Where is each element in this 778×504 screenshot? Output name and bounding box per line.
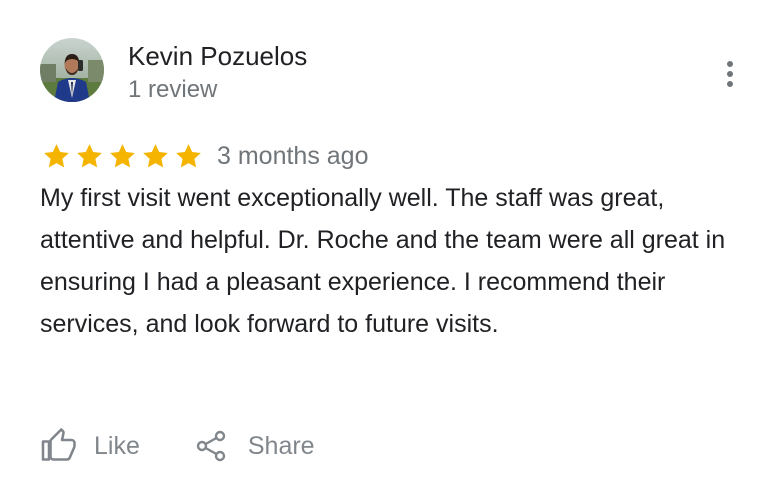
review-time: 3 months ago — [217, 142, 369, 170]
like-button[interactable]: Like — [40, 428, 140, 464]
star-icon — [143, 144, 168, 168]
star-rating — [40, 141, 205, 171]
star-icon — [77, 144, 102, 168]
review-actions: Like Share — [40, 424, 315, 468]
more-options-button[interactable] — [716, 56, 744, 92]
review-card: Kevin Pozuelos 1 review 3 months ago My … — [0, 0, 778, 504]
review-text: My first visit went exceptionally well. … — [40, 184, 726, 338]
avatar[interactable] — [40, 38, 104, 102]
share-label: Share — [247, 432, 315, 460]
author-name[interactable]: Kevin Pozuelos — [128, 40, 307, 72]
more-vert-icon — [727, 61, 733, 87]
star-icon — [176, 144, 201, 168]
share-button[interactable]: Share — [196, 430, 315, 462]
thumbs-up-icon — [41, 428, 76, 461]
star-icon — [110, 144, 135, 168]
share-icon — [196, 430, 226, 462]
rating-row: 3 months ago — [40, 138, 369, 174]
author-review-count[interactable]: 1 review — [128, 75, 217, 105]
like-label: Like — [94, 432, 140, 460]
star-icon — [44, 144, 69, 168]
